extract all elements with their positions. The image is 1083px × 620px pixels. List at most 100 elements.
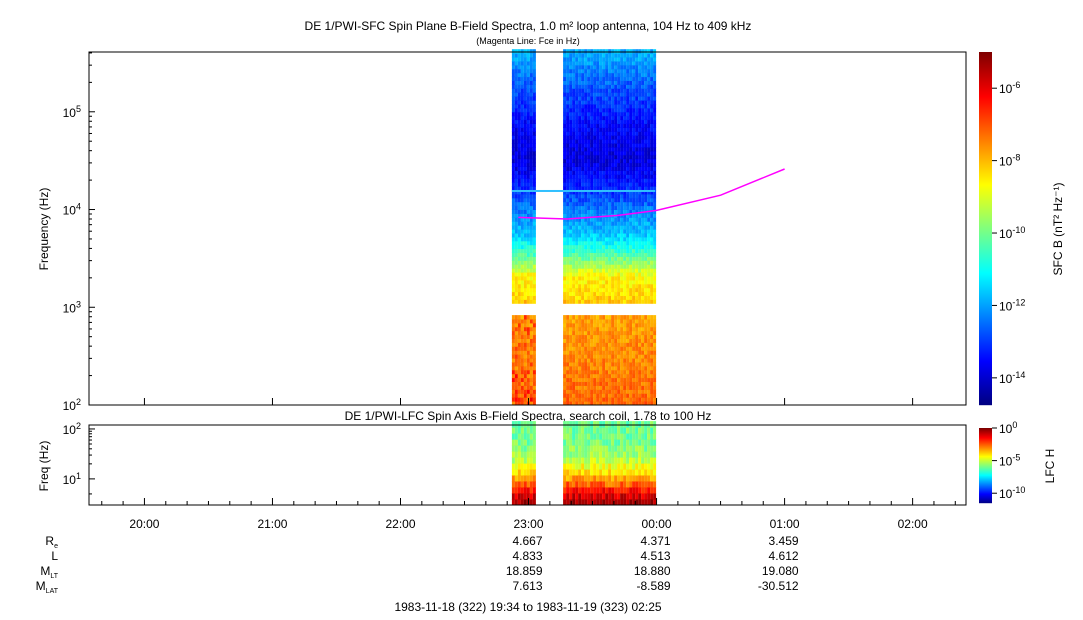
sfc-spectrogram-cell <box>590 158 594 164</box>
sfc-spectrogram-cell <box>635 272 639 277</box>
sfc-spectrogram-cell <box>620 111 624 117</box>
lfc-spectrogram-cell <box>523 493 527 500</box>
sfc-spectrogram-cell <box>526 291 530 296</box>
sfc-spectrogram-cell <box>653 131 657 136</box>
sfc-spectrogram-cell <box>620 385 624 390</box>
sfc-spectrogram-cell <box>575 283 579 289</box>
lfc-spectrogram-cell <box>602 481 606 488</box>
sfc-spectrogram-cell <box>635 365 639 371</box>
sfc-spectrogram-cell <box>638 299 642 304</box>
sfc-spectrogram-cell <box>644 393 648 398</box>
sfc-spectrogram-cell <box>620 143 624 148</box>
sfc-spectrogram-cell <box>647 135 651 140</box>
sfc-spectrogram-cell <box>517 135 521 140</box>
sfc-spectrogram-cell <box>575 377 579 382</box>
sfc-spectrogram-cell <box>569 362 573 367</box>
sfc-spectrogram-cell <box>563 373 567 379</box>
lfc-spectrogram-cell <box>629 445 633 452</box>
sfc-spectrogram-cell <box>653 385 657 390</box>
sfc-spectrogram-cell <box>635 256 639 261</box>
sfc-spectrogram-cell <box>650 64 654 70</box>
sfc-spectrogram-cell <box>620 135 624 140</box>
sfc-spectrogram-cell <box>511 53 515 58</box>
sfc-spectrogram-cell <box>569 389 573 394</box>
sfc-spectrogram-cell <box>581 358 585 363</box>
sfc-spectrogram-cell <box>584 104 588 109</box>
sfc-spectrogram-cell <box>596 154 600 160</box>
lfc-spectrogram-cell <box>620 463 624 470</box>
sfc-spectrogram-cell <box>617 326 621 332</box>
sfc-spectrogram-cell <box>617 240 621 246</box>
sfc-spectrogram-cell <box>563 299 567 304</box>
sfc-spectrogram-cell <box>514 111 518 117</box>
sfc-spectrogram-cell <box>532 193 536 199</box>
sfc-spectrogram-cell <box>614 135 618 140</box>
sfc-spectrogram-cell <box>602 135 606 140</box>
sfc-spectrogram-cell <box>614 338 618 343</box>
sfc-spectrogram-cell <box>596 72 600 78</box>
sfc-spectrogram-cell <box>614 147 618 152</box>
lfc-spectrogram-cell <box>514 487 518 494</box>
lfc-spectrogram-cell <box>596 433 600 440</box>
sfc-spectrogram-cell <box>532 346 536 351</box>
sfc-spectrogram-cell <box>569 326 573 332</box>
sfc-spectrogram-cell <box>635 322 639 328</box>
sfc-spectrogram-cell <box>523 385 527 390</box>
sfc-spectrogram-cell <box>641 244 645 250</box>
sfc-spectrogram-cell <box>563 287 567 293</box>
sfc-spectrogram-cell <box>587 61 591 66</box>
sfc-spectrogram-cell <box>593 354 597 359</box>
sfc-spectrogram-cell <box>584 334 588 339</box>
sfc-spectrogram-cell <box>629 111 633 117</box>
sfc-spectrogram-cell <box>617 225 621 230</box>
lfc-spectrogram-cell <box>514 433 518 440</box>
sfc-spectrogram-cell <box>514 326 518 332</box>
sfc-spectrogram-cell <box>605 287 609 293</box>
sfc-spectrogram-cell <box>596 170 600 175</box>
sfc-spectrogram-cell <box>569 377 573 382</box>
sfc-spectrogram-cell <box>593 229 597 234</box>
lfc-spectrogram-cell <box>520 427 524 434</box>
sfc-spectrogram-cell <box>629 334 633 339</box>
sfc-spectrogram-cell <box>599 236 603 242</box>
lfc-spectrogram-cell <box>563 487 567 494</box>
sfc-spectrogram-cell <box>608 381 612 386</box>
sfc-spectrogram-cell <box>614 201 618 207</box>
sfc-spectrogram-cell <box>593 209 597 214</box>
sfc-spectrogram-cell <box>572 377 576 382</box>
sfc-spectrogram-cell <box>626 111 630 117</box>
sfc-spectrogram-cell <box>590 393 594 398</box>
sfc-spectrogram-cell <box>626 354 630 359</box>
sfc-spectrogram-cell <box>581 182 585 187</box>
sfc-spectrogram-cell <box>647 100 651 105</box>
sfc-spectrogram-cell <box>641 119 645 124</box>
sfc-spectrogram-cell <box>614 123 618 128</box>
sfc-spectrogram-cell <box>581 123 585 128</box>
sfc-spectrogram-cell <box>608 233 612 238</box>
sfc-spectrogram-cell <box>581 111 585 117</box>
sfc-spectrogram-cell <box>532 100 536 105</box>
sfc-spectrogram-cell <box>584 287 588 293</box>
sfc-spectrogram-cell <box>511 330 515 336</box>
lfc-spectrogram-cell <box>653 487 657 494</box>
sfc-spectrogram-cell <box>614 240 618 246</box>
sfc-spectrogram-cell <box>511 135 515 140</box>
lfc-spectrogram-cell <box>569 487 573 494</box>
sfc-spectrogram-cell <box>575 158 579 164</box>
sfc-spectrogram-cell <box>632 147 636 152</box>
sfc-spectrogram-cell <box>596 119 600 124</box>
sfc-spectrogram-cell <box>526 236 530 242</box>
lfc-spectrogram-cell <box>617 445 621 452</box>
sfc-spectrogram-cell <box>529 268 533 273</box>
sfc-spectrogram-cell <box>641 80 645 85</box>
sfc-spectrogram-cell <box>650 279 654 285</box>
sfc-spectrogram-cell <box>590 76 594 81</box>
sfc-spectrogram-cell <box>517 299 521 304</box>
sfc-spectrogram-cell <box>629 272 633 277</box>
sfc-spectrogram-cell <box>602 381 606 386</box>
sfc-spectrogram-cell <box>584 166 588 171</box>
sfc-spectrogram-cell <box>599 240 603 246</box>
lfc-spectrogram-cell <box>581 469 585 476</box>
lfc-spectrogram-cell <box>632 487 636 494</box>
sfc-spectrogram-cell <box>590 362 594 367</box>
